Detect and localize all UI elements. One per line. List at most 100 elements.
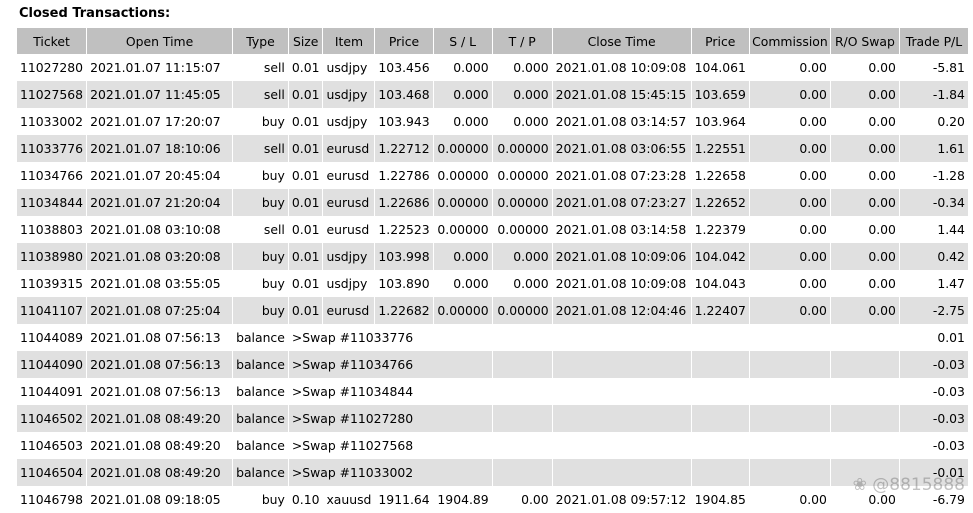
sl-cell: 0.000 — [453, 60, 489, 75]
type-cell: buy — [261, 168, 285, 183]
col-header-price[interactable]: Price — [375, 28, 433, 54]
ticket-cell: 11027280 — [20, 60, 84, 75]
empty-cell — [492, 351, 552, 378]
type-cell: balance — [233, 459, 288, 486]
col-header-swap[interactable]: R/O Swap — [830, 28, 899, 54]
open-time-cell: 2021.01.08 07:56:13 — [87, 351, 233, 378]
item-cell: eurusd — [326, 168, 370, 183]
ticket-cell: 11046503 — [20, 438, 84, 453]
empty-cell — [552, 459, 691, 486]
empty-cell — [692, 378, 749, 405]
size-cell: 0.01 — [288, 135, 323, 162]
size-cell: 0.01 — [291, 168, 320, 183]
trade-pl-cell: 0.20 — [937, 114, 965, 129]
swap-cell: 0.00 — [868, 114, 896, 129]
col-header-type[interactable]: Type — [233, 28, 288, 54]
open-time-cell: 2021.01.08 08:49:20 — [87, 405, 233, 432]
table-row[interactable]: 11044090 2021.01.08 07:56:13 balance >Swap … — [17, 351, 968, 378]
table-row[interactable]: 11044091 2021.01.08 07:56:13 balance >Swap … — [17, 378, 968, 405]
open-time-cell: 2021.01.07 20:45:04 — [90, 168, 221, 183]
empty-cell — [553, 378, 691, 405]
price-cell: 103.890 — [378, 276, 430, 291]
col-header-sl[interactable]: S / L — [433, 28, 492, 54]
trade-pl-cell: -0.03 — [932, 438, 965, 453]
sl-cell: 0.00000 — [433, 189, 492, 216]
open-time-cell: 2021.01.08 07:25:04 — [87, 297, 233, 324]
col-header-trade-pl[interactable]: Trade P/L — [899, 28, 968, 54]
trade-pl-cell: -0.03 — [899, 351, 968, 378]
table-row[interactable]: 11041107 2021.01.08 07:25:04 buy 0.01 eurusd… — [17, 297, 968, 324]
empty-cell — [749, 459, 830, 486]
ticket-cell: 11044090 — [17, 351, 87, 378]
table-row[interactable]: 11034844 2021.01.07 21:20:04 buy 0.01 eurusd… — [17, 189, 968, 216]
type-cell: buy — [261, 276, 285, 291]
type-cell: buy — [233, 189, 288, 216]
ticket-cell: 11044091 — [20, 384, 84, 399]
swap-cell: 0.00 — [830, 297, 899, 324]
empty-cell — [691, 459, 749, 486]
table-row[interactable]: 11034766 2021.01.07 20:45:04 buy 0.01 eurusd… — [17, 162, 968, 189]
empty-cell — [831, 432, 899, 459]
commission-cell: 0.00 — [749, 243, 830, 270]
table-row[interactable]: 11027280 2021.01.07 11:15:07 sell 0.01 usdjp… — [17, 54, 968, 81]
item-cell: usdjpy — [326, 114, 368, 129]
type-cell: buy — [261, 114, 285, 129]
header-row: Ticket Open Time Type Size Item Price S … — [17, 28, 968, 54]
table-row[interactable]: 11033776 2021.01.07 18:10:06 sell 0.01 eurus… — [17, 135, 968, 162]
item-cell: usdjpy — [323, 243, 375, 270]
tp-cell: 0.000 — [492, 81, 552, 108]
empty-cell — [553, 324, 691, 351]
empty-cell — [750, 378, 830, 405]
type-cell: balance — [233, 405, 288, 432]
swap-cell: 0.00 — [868, 60, 896, 75]
col-header-commission[interactable]: Commission — [749, 28, 830, 54]
table-row[interactable]: 11033002 2021.01.07 17:20:07 buy 0.01 usdjpy… — [17, 108, 968, 135]
table-row[interactable]: 11046504 2021.01.08 08:49:20 balance >Swap … — [17, 459, 968, 486]
table-row[interactable]: 11038980 2021.01.08 03:20:08 buy 0.01 usdjpy… — [17, 243, 968, 270]
col-header-open-time[interactable]: Open Time — [87, 28, 233, 54]
commission-cell: 0.00 — [749, 81, 830, 108]
empty-cell — [493, 324, 552, 351]
price-cell: 103.998 — [375, 243, 433, 270]
close-time-cell: 2021.01.08 12:04:46 — [552, 297, 691, 324]
swap-cell: 0.00 — [868, 222, 896, 237]
empty-cell — [749, 405, 830, 432]
ticket-cell: 11044089 — [20, 330, 84, 345]
size-cell: 0.10 — [291, 492, 320, 507]
commission-cell: 0.00 — [749, 135, 830, 162]
price-cell: 1911.64 — [378, 492, 430, 507]
price-cell: 103.468 — [375, 81, 433, 108]
comment-cell: >Swap #11034766 — [288, 351, 492, 378]
ticket-cell: 11041107 — [17, 297, 87, 324]
trade-pl-cell: 0.01 — [937, 330, 965, 345]
table-row[interactable]: 11039315 2021.01.08 03:55:05 buy 0.01 usdjpy… — [17, 270, 968, 297]
trade-pl-cell: -0.03 — [932, 384, 965, 399]
price-cell: 103.943 — [378, 114, 430, 129]
table-row[interactable]: 11044089 2021.01.08 07:56:13 balance >Swap … — [17, 324, 968, 351]
table-row[interactable]: 11046798 2021.01.08 09:18:05 buy 0.10 xauusd… — [17, 486, 968, 513]
open-time-cell: 2021.01.08 03:10:08 — [90, 222, 221, 237]
price-cell: 103.456 — [378, 60, 430, 75]
close-time-cell: 2021.01.08 10:09:08 — [555, 276, 687, 291]
type-cell: balance — [233, 351, 288, 378]
table-row[interactable]: 11038803 2021.01.08 03:10:08 sell 0.01 eurus… — [17, 216, 968, 243]
table-row[interactable]: 11046502 2021.01.08 08:49:20 balance >Swap … — [17, 405, 968, 432]
item-cell: eurusd — [323, 135, 375, 162]
ticket-cell: 11039315 — [20, 276, 84, 291]
swap-cell: 0.00 — [868, 168, 896, 183]
col-header-close-price[interactable]: Price — [691, 28, 749, 54]
col-header-close-time[interactable]: Close Time — [552, 28, 691, 54]
swap-cell: 0.00 — [830, 189, 899, 216]
col-header-ticket[interactable]: Ticket — [17, 28, 87, 54]
item-cell: eurusd — [323, 297, 375, 324]
table-row[interactable]: 11027568 2021.01.07 11:45:05 sell 0.01 usdjp… — [17, 81, 968, 108]
size-cell: 0.01 — [288, 81, 323, 108]
comment-cell: >Swap #11027568 — [291, 438, 414, 453]
col-header-tp[interactable]: T / P — [492, 28, 552, 54]
tp-cell: 0.000 — [513, 114, 549, 129]
table-row[interactable]: 11046503 2021.01.08 08:49:20 balance >Swap … — [17, 432, 968, 459]
close-time-cell: 2021.01.08 10:09:06 — [552, 243, 691, 270]
col-header-item[interactable]: Item — [323, 28, 375, 54]
col-header-size[interactable]: Size — [288, 28, 323, 54]
empty-cell — [830, 405, 899, 432]
